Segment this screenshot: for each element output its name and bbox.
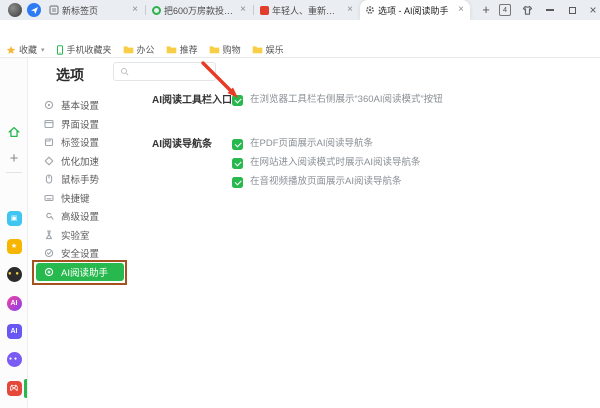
bookmark-folder-recommend[interactable]: 推荐 <box>166 43 198 56</box>
rail-app-ai-square-icon[interactable]: AI <box>6 323 22 339</box>
menu-item-interface[interactable]: 界面设置 <box>36 115 124 134</box>
annotation-arrow <box>201 61 238 98</box>
phone-icon <box>56 44 63 55</box>
360-search-icon <box>152 5 161 15</box>
folder-icon <box>209 46 219 54</box>
option-label: 在浏览器工具栏右侧展示“360AI阅读模式”按钮 <box>250 94 443 105</box>
minimize-button[interactable] <box>541 0 559 20</box>
rail-app-cyan-icon[interactable]: ▣ <box>6 210 22 226</box>
tab-separator <box>253 5 254 15</box>
folder-icon <box>252 46 262 54</box>
menu-item-basic[interactable]: 基本设置 <box>36 96 124 115</box>
section-label: AI阅读导航条 <box>152 139 212 150</box>
tab-title: 选项 - AI阅读助手 <box>378 5 449 16</box>
rail-app-games-icon[interactable]: 🎮︎ <box>6 380 22 396</box>
folder-icon <box>123 46 133 54</box>
folder-icon <box>166 46 176 54</box>
menu-item-speed[interactable]: 优化加速 <box>36 152 124 171</box>
menu-item-mouse-gestures[interactable]: 鼠标手势 <box>36 170 124 189</box>
checkbox-checked[interactable] <box>232 138 243 150</box>
option-row: 在PDF页面展示AI阅读导航条 <box>232 138 420 150</box>
option-row: 在浏览器工具栏右侧展示“360AI阅读模式”按钮 <box>232 94 443 106</box>
bookmark-label: 娱乐 <box>265 45 284 55</box>
theme-skin-icon[interactable] <box>518 0 536 20</box>
tab-title: 新标签页 <box>62 5 99 16</box>
tab-search-result[interactable]: 把600万房款投股市_360搜... × <box>147 0 252 20</box>
rail-app-star-icon[interactable]: ★ <box>6 238 22 254</box>
bookmark-label: 购物 <box>222 45 241 55</box>
settings-page: 选项 基本设置 界面设置 标签设置 优化加速 鼠标手势 快捷键 高级设置 实验室… <box>28 58 600 408</box>
window-close-button[interactable]: × <box>584 0 600 20</box>
checkbox-checked[interactable] <box>232 157 243 169</box>
tab-close-icon[interactable]: × <box>131 5 139 15</box>
bookmark-folder-office[interactable]: 办公 <box>123 43 155 56</box>
rail-add-button[interactable]: + <box>6 150 22 167</box>
bookmark-folder-entertainment[interactable]: 娱乐 <box>252 43 284 56</box>
menu-item-advanced[interactable]: 高级设置 <box>36 207 124 226</box>
option-label: 在音视频播放页面展示AI阅读导航条 <box>250 176 402 187</box>
tab-article[interactable]: 年轻人、重新理解股市_【... × <box>255 0 359 20</box>
settings-content: AI阅读工具栏入口 在浏览器工具栏右侧展示“360AI阅读模式”按钮 AI阅读导… <box>152 94 582 219</box>
page-title: 选项 <box>56 67 84 83</box>
sync-icon[interactable] <box>27 3 41 17</box>
section-nav-bar: AI阅读导航条 在PDF页面展示AI阅读导航条 在网站进入阅读模式时展示AI阅读… <box>152 138 582 188</box>
bookmark-label: 手机收藏夹 <box>66 45 112 55</box>
option-label: 在PDF页面展示AI阅读导航条 <box>250 138 373 149</box>
star-icon <box>6 45 16 54</box>
tab-separator <box>145 5 146 15</box>
checkbox-checked[interactable] <box>232 176 243 188</box>
tab-settings-active[interactable]: 选项 - AI阅读助手 × <box>360 0 470 20</box>
settings-menu: 基本设置 界面设置 标签设置 优化加速 鼠标手势 快捷键 高级设置 实验室 安全… <box>36 96 124 281</box>
annotation-highlight-box <box>32 260 127 285</box>
bookmark-label: 办公 <box>136 45 155 55</box>
bookmark-mobile-folder[interactable]: 手机收藏夹 <box>56 43 112 56</box>
maximize-button[interactable] <box>563 0 581 20</box>
tab-close-icon[interactable]: × <box>346 5 354 15</box>
tab-close-icon[interactable]: × <box>457 5 465 15</box>
rail-home-button[interactable] <box>6 124 22 140</box>
bookmarks-bar: 收藏 ▾ 手机收藏夹 办公 推荐 购物 娱乐 <box>0 42 600 58</box>
site-favicon <box>260 5 269 15</box>
tab-count-badge[interactable]: 4 <box>499 4 511 16</box>
favorites-label: 收藏 <box>19 45 38 55</box>
option-row: 在音视频播放页面展示AI阅读导航条 <box>232 176 420 188</box>
tab-bar: 新标签页 × 把600万房款投股市_360搜... × 年轻人、重新理解股市_【… <box>0 0 600 20</box>
search-icon <box>120 67 129 76</box>
dropdown-icon: ▾ <box>41 46 45 54</box>
newtab-page-icon <box>49 5 59 15</box>
rail-app-camera-icon[interactable]: ● ● <box>6 266 22 282</box>
menu-item-shortcuts[interactable]: 快捷键 <box>36 189 124 208</box>
menu-item-tabs[interactable]: 标签设置 <box>36 133 124 152</box>
tab-title: 把600万房款投股市_360搜... <box>164 5 236 16</box>
bookmark-label: 推荐 <box>179 45 198 55</box>
gear-icon <box>366 6 374 14</box>
rail-app-robot-icon[interactable]: ●● <box>6 351 22 367</box>
new-tab-button[interactable]: + <box>477 1 495 19</box>
side-app-rail: + ▣ ★ ● ● AI AI ●● 🎮︎ P <box>0 58 28 408</box>
rail-active-indicator <box>24 379 27 398</box>
option-label: 在网站进入阅读模式时展示AI阅读导航条 <box>250 157 421 168</box>
tab-close-icon[interactable]: × <box>239 5 247 15</box>
option-row: 在网站进入阅读模式时展示AI阅读导航条 <box>232 157 420 169</box>
tab-new-page[interactable]: 新标签页 × <box>44 0 144 20</box>
toolbar: AI se://settings/airead … ▾ 把600万房款投股市 <box>0 20 600 60</box>
rail-app-ai-circle-icon[interactable]: AI <box>6 295 22 311</box>
menu-item-lab[interactable]: 实验室 <box>36 226 124 245</box>
bookmark-folder-shopping[interactable]: 购物 <box>209 43 241 56</box>
tab-title: 年轻人、重新理解股市_【... <box>272 5 344 16</box>
browser-window: 新标签页 × 把600万房款投股市_360搜... × 年轻人、重新理解股市_【… <box>0 0 600 408</box>
rail-divider <box>6 172 22 173</box>
user-avatar[interactable] <box>8 3 22 17</box>
favorites-menu[interactable]: 收藏 ▾ <box>6 43 45 56</box>
